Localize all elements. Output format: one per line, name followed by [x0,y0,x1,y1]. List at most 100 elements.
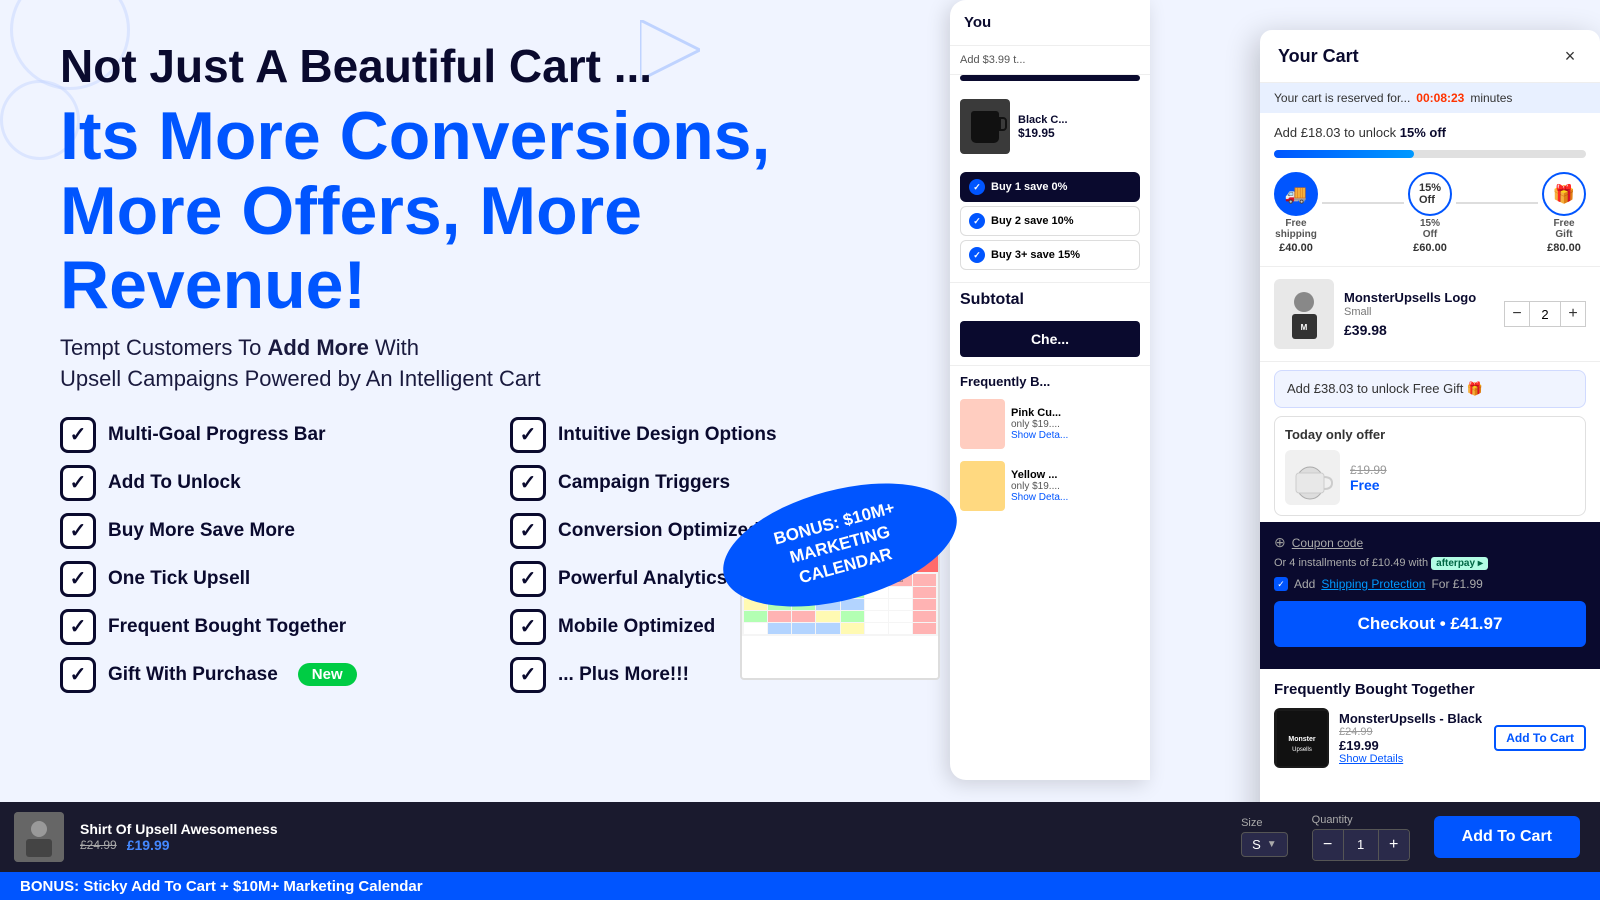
milestone-shipping: 🚚 Freeshipping £40.00 [1274,172,1318,254]
cart-title: Your Cart [1278,46,1359,67]
back-item-name: Black C... [1018,114,1068,126]
svg-text:Monster: Monster [1288,736,1316,743]
feature-fbt: Frequent Bought Together [60,609,470,645]
back-item-price: $19.95 [1018,126,1068,140]
back-fbt-item-1: Pink Cu... only $19.... Show Deta... [950,393,1150,455]
fbt-price-new: £19.99 [1339,738,1484,753]
milestone-amount-shipping: £40.00 [1279,242,1313,254]
tier-row-3: ✓ Buy 3+ save 15% [960,240,1140,270]
headline-black: Not Just A Beautiful Cart ... [60,40,920,93]
milestone-label-shipping: Freeshipping [1275,218,1317,240]
cart-item-qty-1: − 2 + [1504,301,1586,327]
feature-label-9: Conversion Optimized [558,520,760,542]
cart-qty-minus-1[interactable]: − [1504,301,1530,327]
sp-link[interactable]: Shipping Protection [1321,577,1425,591]
timer-unit: minutes [1470,91,1512,105]
check-icon-6 [60,657,96,693]
cart-timer-bar: Your cart is reserved for... 00:08:23 mi… [1260,83,1600,113]
check-icon-3 [60,513,96,549]
check-icon-5 [60,609,96,645]
tier-check-1: ✓ [969,179,985,195]
back-item-img [960,99,1010,154]
back-panel-subtotal: Subtotal [950,282,1150,317]
size-section: Size S ▼ [1241,817,1288,857]
sp-add-text: Add [1294,577,1315,591]
back-panel-item: Black C... $19.95 [950,89,1150,164]
feature-label-3: Buy More Save More [108,520,295,542]
right-panels: You Add $3.99 t... Black C... $19.95 ✓ B… [950,0,1600,830]
cart-item-1: M MonsterUpsells Logo Small £39.98 − 2 + [1260,267,1600,362]
fbt-title: Frequently Bought Together [1274,681,1586,698]
tier-row-2: ✓ Buy 2 save 10% [960,206,1140,236]
today-offer-label: Today only offer [1285,427,1575,442]
svg-text:M: M [1300,323,1307,332]
fbt-section: Frequently Bought Together Monster Upsel… [1260,669,1600,780]
tier-row-1: ✓ Buy 1 save 0% [960,172,1140,202]
feature-gift: Gift With Purchase New [60,657,470,693]
milestone-label-gift: FreeGift [1553,218,1574,240]
cart-close-button[interactable]: × [1558,44,1582,68]
cart-item-details-1: MonsterUpsells Logo Small £39.98 [1344,290,1494,339]
feature-label-7: Intuitive Design Options [558,424,777,446]
back-checkout-btn[interactable]: Che... [960,321,1140,357]
check-icon-8 [510,465,546,501]
milestone-icon-shipping: 🚚 [1274,172,1318,216]
today-offer-img [1285,450,1340,505]
fbt-show-details[interactable]: Show Details [1339,753,1484,765]
shipping-protection-row: ✓ Add Shipping Protection For £1.99 [1274,577,1586,591]
feature-label-8: Campaign Triggers [558,472,730,494]
feature-label-11: Mobile Optimized [558,616,715,638]
today-offer-item: £19.99 Free [1285,450,1575,505]
feature-label-2: Add To Unlock [108,472,241,494]
back-fbt-item-2: Yellow ... only $19.... Show Deta... [950,455,1150,517]
product-info: Shirt Of Upsell Awesomeness £24.99 £19.9… [80,821,1241,853]
cart-qty-value-1: 2 [1530,301,1560,327]
bonus-bottom-bar: BONUS: Sticky Add To Cart + $10M+ Market… [0,872,1600,900]
price-new: £19.99 [127,837,170,853]
milestone-amount-15off: £60.00 [1413,242,1447,254]
unlock-gift-bar: Add £38.03 to unlock Free Gift 🎁 [1274,370,1586,408]
today-offer-details: £19.99 Free [1350,463,1387,493]
timer-value: 00:08:23 [1416,91,1464,105]
check-icon-10 [510,561,546,597]
product-name: Shirt Of Upsell Awesomeness [80,821,1241,837]
check-icon-2 [60,465,96,501]
cart-item-img-bg: M [1274,279,1334,349]
cart-item-size-1: Small [1344,306,1494,318]
feature-label-12: ... Plus More!!! [558,664,689,686]
back-fbt-title: Frequently B... [950,365,1150,393]
fbt-add-button[interactable]: Add To Cart [1494,725,1586,751]
coupon-icon: ⊕ [1274,534,1286,551]
subheadline: Tempt Customers To Add More With Upsell … [60,333,920,395]
today-offer-section: Today only offer £19.99 Free [1274,416,1586,516]
back-panel: You Add $3.99 t... Black C... $19.95 ✓ B… [950,0,1150,780]
progress-milestones: 🚚 Freeshipping £40.00 15%Off 15%Off £60.… [1274,172,1586,254]
feature-add-unlock: Add To Unlock [60,465,470,501]
sp-price: For £1.99 [1431,577,1482,591]
coupon-row: ⊕ Coupon code [1274,534,1586,551]
add-to-cart-button[interactable]: Add To Cart [1434,816,1580,858]
check-icon-12 [510,657,546,693]
feature-label-10: Powerful Analytics [558,568,727,590]
feature-buy-more: Buy More Save More [60,513,470,549]
coupon-label[interactable]: Coupon code [1292,536,1363,550]
new-badge: New [298,663,357,686]
today-offer-price-old: £19.99 [1350,463,1387,477]
progress-bar-track [1274,150,1586,158]
qty-controls: − 1 + [1312,829,1410,861]
check-icon-4 [60,561,96,597]
tier-check-2: ✓ [969,213,985,229]
cart-qty-plus-1[interactable]: + [1560,301,1586,327]
shipping-protection-checkbox[interactable]: ✓ [1274,577,1288,591]
check-icon-7 [510,417,546,453]
headline-blue: Its More Conversions, More Offers, More … [60,99,920,323]
afterpay-badge: afterpay ▸ [1431,557,1488,570]
qty-plus[interactable]: + [1379,830,1409,860]
size-select[interactable]: S ▼ [1241,832,1288,857]
milestone-15off: 15%Off 15%Off £60.00 [1408,172,1452,254]
cart-item-name-1: MonsterUpsells Logo [1344,290,1494,307]
checkout-button[interactable]: Checkout • £41.97 [1274,601,1586,647]
qty-minus[interactable]: − [1313,830,1343,860]
milestone-amount-gift: £80.00 [1547,242,1581,254]
size-label: Size [1241,817,1288,829]
